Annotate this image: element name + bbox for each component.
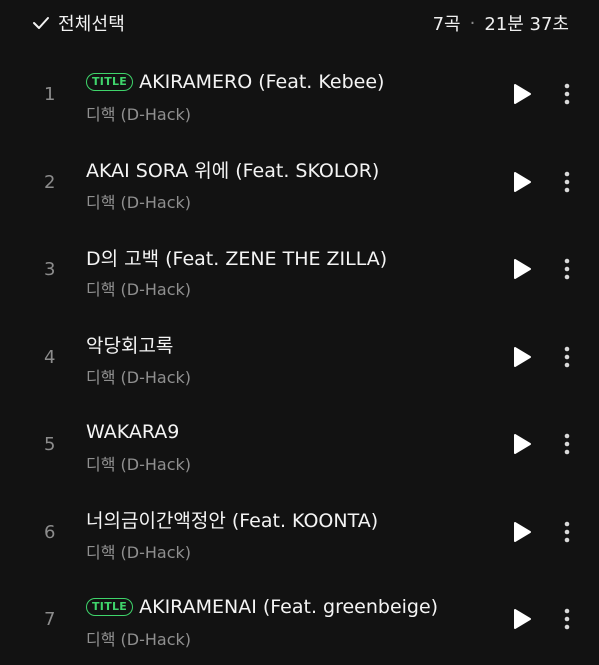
track-row[interactable]: 6 너의금이간액정안 (Feat. KOONTA) 디핵 (D-Hack) <box>0 490 599 578</box>
play-icon <box>514 609 531 629</box>
track-number: 5 <box>44 434 56 455</box>
track-list: 1 TITLE AKIRAMERO (Feat. Kebee) 디핵 (D-Hack)… <box>0 52 599 665</box>
more-vertical-icon <box>564 171 570 192</box>
track-title[interactable]: AKAI SORA 위에 (Feat. SKOLOR) <box>86 156 379 183</box>
track-row[interactable]: 7 TITLE AKIRAMENAI (Feat. greenbeige) 디핵 (D… <box>0 577 599 665</box>
track-title-line: 너의금이간액정안 (Feat. KOONTA) <box>86 506 486 534</box>
track-row[interactable]: 5 WAKARA9 디핵 (D-Hack) <box>0 402 599 490</box>
track-number: 7 <box>44 609 56 630</box>
play-button[interactable] <box>509 606 535 632</box>
track-count: 7곡 <box>432 14 461 35</box>
total-duration: 21분 37초 <box>484 14 569 35</box>
track-info: 악당회고록디핵 (D-Hack) <box>86 331 486 388</box>
track-artist[interactable]: 디핵 (D-Hack) <box>86 626 486 650</box>
more-vertical-icon <box>564 346 570 367</box>
play-icon <box>514 84 531 104</box>
more-vertical-icon <box>564 433 570 455</box>
play-button[interactable] <box>509 256 535 282</box>
track-title-line: D의 고백 (Feat. ZENE THE ZILLA) <box>86 243 486 271</box>
track-info: AKAI SORA 위에 (Feat. SKOLOR) 디핵 (D-Hack) <box>86 156 486 213</box>
track-row[interactable]: 3 D의 고백 (Feat. ZENE THE ZILLA) 디핵 (D-Hack) <box>0 227 599 315</box>
play-icon <box>514 259 531 279</box>
track-row[interactable]: 4 악당회고록디핵 (D-Hack) <box>0 315 599 403</box>
track-title-line: WAKARA9 <box>86 418 486 446</box>
track-info: D의 고백 (Feat. ZENE THE ZILLA) 디핵 (D-Hack) <box>86 243 486 300</box>
checkmark-icon <box>32 14 50 32</box>
play-button[interactable] <box>509 81 535 107</box>
play-button[interactable] <box>509 431 535 457</box>
track-number: 4 <box>44 346 56 368</box>
track-artist[interactable]: 디핵 (D-Hack) <box>86 101 486 125</box>
play-icon <box>514 521 531 542</box>
summary-separator: · <box>469 12 476 34</box>
track-info: TITLE AKIRAMERO (Feat. Kebee) 디핵 (D-Hack) <box>86 68 486 125</box>
track-title-line: TITLE AKIRAMENAI (Feat. greenbeige) <box>86 593 486 621</box>
track-title[interactable]: AKIRAMERO (Feat. Kebee) <box>139 71 384 93</box>
track-title[interactable]: 악당회고록 <box>86 331 173 358</box>
track-number: 2 <box>44 171 56 193</box>
more-options-button[interactable] <box>558 343 576 371</box>
track-title[interactable]: AKIRAMENAI (Feat. greenbeige) <box>139 596 438 618</box>
track-number: 3 <box>44 259 56 280</box>
track-title[interactable]: D의 고백 (Feat. ZENE THE ZILLA) <box>86 244 387 271</box>
track-artist[interactable]: 디핵 (D-Hack) <box>86 364 486 388</box>
track-artist[interactable]: 디핵 (D-Hack) <box>86 276 486 300</box>
select-all-label: 전체선택 <box>58 14 126 35</box>
track-artist[interactable]: 디핵 (D-Hack) <box>86 451 486 475</box>
play-button[interactable] <box>509 344 535 370</box>
track-row[interactable]: 1 TITLE AKIRAMERO (Feat. Kebee) 디핵 (D-Hack) <box>0 52 599 140</box>
select-all-toggle[interactable]: 전체선택 <box>32 8 125 38</box>
track-number: 1 <box>44 84 56 105</box>
more-options-button[interactable] <box>558 255 576 283</box>
play-button[interactable] <box>509 519 535 545</box>
more-options-button[interactable] <box>558 518 576 546</box>
track-info: TITLE AKIRAMENAI (Feat. greenbeige) 디핵 (D-… <box>86 593 486 650</box>
track-title[interactable]: WAKARA9 <box>86 421 179 443</box>
more-options-button[interactable] <box>558 80 576 108</box>
track-title[interactable]: 너의금이간액정안 (Feat. KOONTA) <box>86 506 378 533</box>
play-icon <box>514 346 531 367</box>
more-vertical-icon <box>564 521 570 542</box>
title-track-badge: TITLE <box>86 73 134 91</box>
play-button[interactable] <box>509 169 535 195</box>
more-vertical-icon <box>564 258 570 280</box>
track-artist[interactable]: 디핵 (D-Hack) <box>86 189 486 213</box>
track-number: 6 <box>44 521 56 543</box>
tracklist-header: 전체선택 7곡 · 21분 37초 <box>0 0 599 48</box>
track-info: WAKARA9 디핵 (D-Hack) <box>86 418 486 475</box>
play-icon <box>514 434 531 454</box>
track-title-line: 악당회고록 <box>86 331 486 359</box>
tracklist-summary: 7곡 · 21분 37초 <box>433 8 569 38</box>
title-track-badge: TITLE <box>86 598 134 616</box>
track-row[interactable]: 2 AKAI SORA 위에 (Feat. SKOLOR) 디핵 (D-Hack) <box>0 140 599 228</box>
track-title-line: AKAI SORA 위에 (Feat. SKOLOR) <box>86 156 486 184</box>
more-vertical-icon <box>564 608 570 630</box>
track-title-line: TITLE AKIRAMERO (Feat. Kebee) <box>86 68 486 96</box>
play-icon <box>514 171 531 192</box>
more-options-button[interactable] <box>558 168 576 196</box>
track-info: 너의금이간액정안 (Feat. KOONTA) 디핵 (D-Hack) <box>86 506 486 563</box>
track-artist[interactable]: 디핵 (D-Hack) <box>86 539 486 563</box>
more-options-button[interactable] <box>558 430 576 458</box>
more-vertical-icon <box>564 83 570 105</box>
more-options-button[interactable] <box>558 605 576 633</box>
